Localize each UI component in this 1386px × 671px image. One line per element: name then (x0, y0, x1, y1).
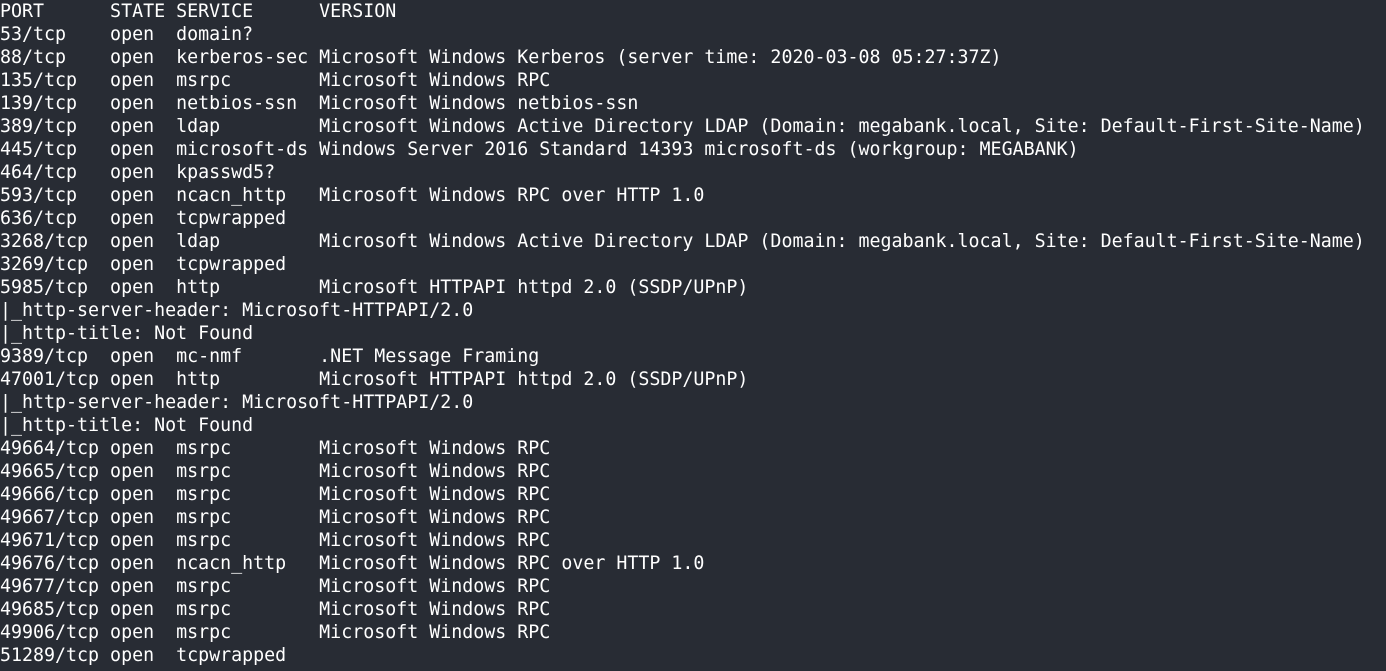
port-row: 636/tcp open tcpwrapped (0, 208, 287, 229)
terminal-output[interactable]: PORT STATE SERVICE VERSION 53/tcp open d… (0, 0, 1386, 671)
script-output-line: |_http-server-header: Microsoft-HTTPAPI/… (0, 300, 474, 321)
script-output-line: |_http-server-header: Microsoft-HTTPAPI/… (0, 392, 474, 413)
port-row: 3269/tcp open tcpwrapped (0, 254, 287, 275)
port-row: 3268/tcp open ldap Microsoft Windows Act… (0, 231, 1365, 252)
port-row: 49665/tcp open msrpc Microsoft Windows R… (0, 461, 551, 482)
port-row: 49667/tcp open msrpc Microsoft Windows R… (0, 507, 551, 528)
port-row: 49906/tcp open msrpc Microsoft Windows R… (0, 622, 551, 643)
port-row: 49676/tcp open ncacn_http Microsoft Wind… (0, 553, 705, 574)
port-row: 593/tcp open ncacn_http Microsoft Window… (0, 185, 705, 206)
port-row: 53/tcp open domain? (0, 24, 254, 45)
port-row: 135/tcp open msrpc Microsoft Windows RPC (0, 70, 551, 91)
port-row: 139/tcp open netbios-ssn Microsoft Windo… (0, 93, 639, 114)
port-row: 464/tcp open kpasswd5? (0, 162, 276, 183)
table-header: PORT STATE SERVICE VERSION (0, 1, 397, 22)
port-row: 49664/tcp open msrpc Microsoft Windows R… (0, 438, 551, 459)
script-output-line: |_http-title: Not Found (0, 415, 254, 436)
port-row: 49677/tcp open msrpc Microsoft Windows R… (0, 576, 551, 597)
port-row: 49685/tcp open msrpc Microsoft Windows R… (0, 599, 551, 620)
port-row: 49671/tcp open msrpc Microsoft Windows R… (0, 530, 551, 551)
script-output-line: |_http-title: Not Found (0, 323, 254, 344)
port-row: 88/tcp open kerberos-sec Microsoft Windo… (0, 47, 1002, 68)
port-row: 49666/tcp open msrpc Microsoft Windows R… (0, 484, 551, 505)
port-row: 9389/tcp open mc-nmf .NET Message Framin… (0, 346, 540, 367)
port-row: 445/tcp open microsoft-ds Windows Server… (0, 139, 1079, 160)
port-row: 47001/tcp open http Microsoft HTTPAPI ht… (0, 369, 749, 390)
port-row: 51289/tcp open tcpwrapped (0, 645, 287, 666)
port-row: 5985/tcp open http Microsoft HTTPAPI htt… (0, 277, 749, 298)
port-row: 389/tcp open ldap Microsoft Windows Acti… (0, 116, 1365, 137)
